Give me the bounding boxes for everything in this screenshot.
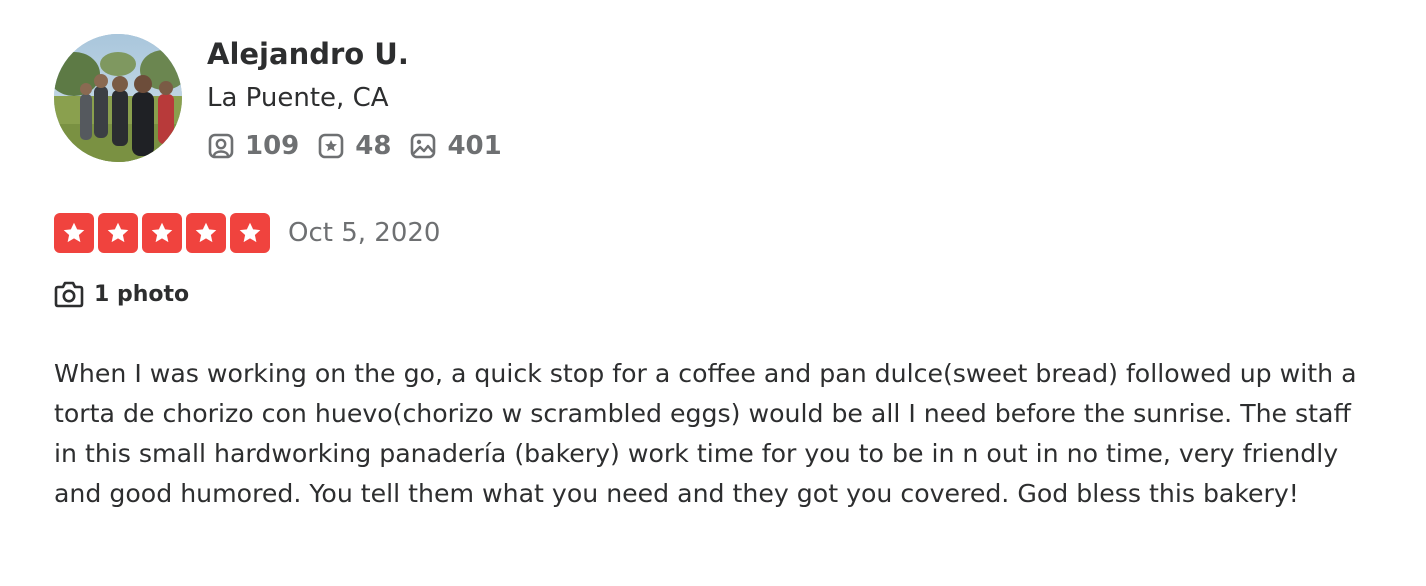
review-photos-link[interactable]: 1 photo bbox=[54, 278, 189, 310]
friends-icon bbox=[207, 132, 235, 160]
reviews-stat: 48 bbox=[317, 128, 391, 164]
rating-row: Oct 5, 2020 bbox=[54, 213, 440, 253]
reviews-count: 48 bbox=[355, 131, 392, 161]
user-stats: 109 48 401 bbox=[207, 128, 520, 164]
user-location: La Puente, CA bbox=[207, 83, 389, 113]
photo-count-label: 1 photo bbox=[94, 281, 190, 307]
star-icon bbox=[186, 213, 226, 253]
star-icon bbox=[230, 213, 270, 253]
friends-count: 109 bbox=[245, 131, 300, 161]
photos-count: 401 bbox=[447, 131, 502, 161]
friends-stat: 109 bbox=[207, 128, 299, 164]
review-star-icon bbox=[317, 132, 345, 160]
star-icon bbox=[142, 213, 182, 253]
review-text: When I was working on the go, a quick st… bbox=[54, 359, 1357, 508]
user-avatar[interactable] bbox=[54, 34, 182, 162]
star-icon bbox=[54, 213, 94, 253]
star-icon bbox=[98, 213, 138, 253]
photo-icon bbox=[409, 132, 437, 160]
photos-stat: 401 bbox=[409, 128, 502, 164]
camera-icon bbox=[54, 279, 84, 309]
review-date: Oct 5, 2020 bbox=[288, 218, 441, 248]
user-name[interactable]: Alejandro U. bbox=[207, 34, 409, 74]
star-rating bbox=[54, 213, 274, 253]
